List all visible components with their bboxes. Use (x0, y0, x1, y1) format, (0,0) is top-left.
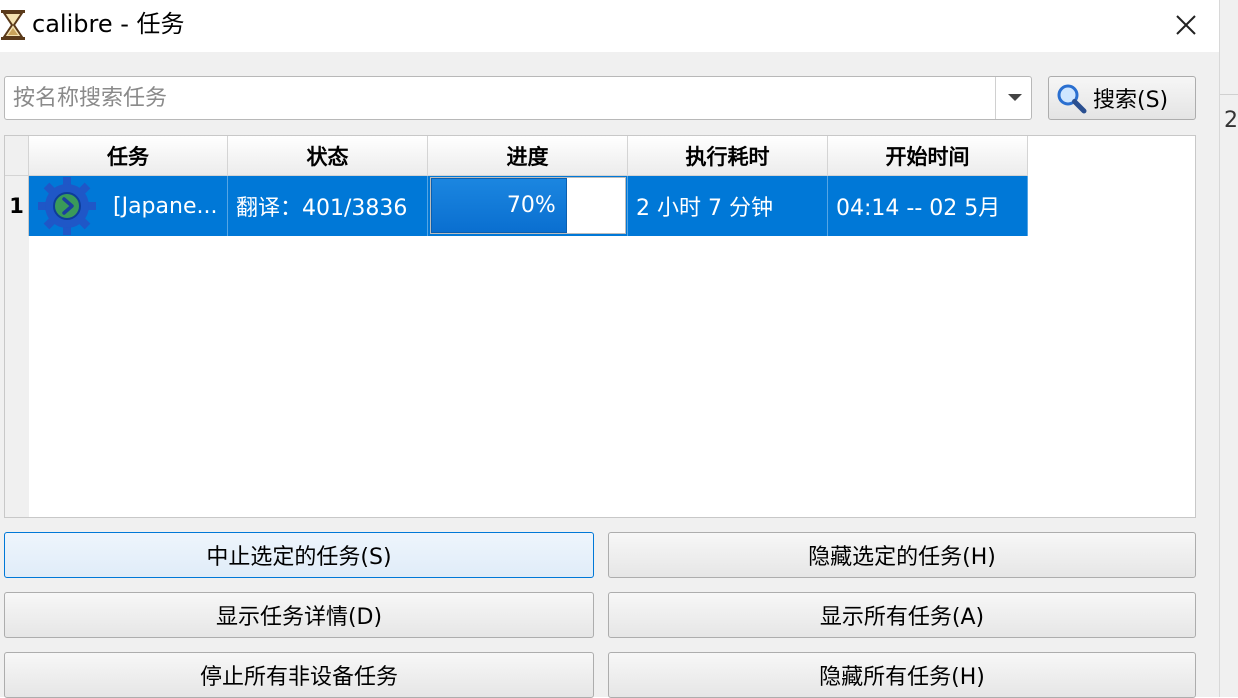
hide-all-button[interactable]: 隐藏所有任务(H) (608, 652, 1196, 698)
cell-elapsed[interactable]: 2 小时 7 分钟 (628, 176, 828, 236)
show-details-button[interactable]: 显示任务详情(D) (4, 592, 594, 638)
hide-selected-button[interactable]: 隐藏选定的任务(H) (608, 532, 1196, 578)
magnifier-icon (1057, 84, 1087, 114)
search-button-label: 搜索(S) (1093, 88, 1169, 113)
cell-status[interactable]: 翻译：401/3836 (228, 176, 428, 236)
status-text: 翻译：401/3836 (236, 196, 408, 221)
progress-cell-bg: 70% (428, 176, 627, 236)
close-icon (1176, 15, 1196, 35)
header-status[interactable]: 状态 (228, 136, 428, 176)
window-title: calibre - 任务 (32, 10, 185, 38)
progress-bar-fill: 70% (431, 178, 567, 233)
background-window-strip: 20 (1219, 0, 1238, 697)
stop-all-non-device-button[interactable]: 停止所有非设备任务 (4, 652, 594, 698)
close-button[interactable] (1160, 4, 1212, 46)
task-name: [Japane... (113, 193, 218, 219)
header-progress[interactable]: 进度 (428, 136, 628, 176)
header-task[interactable]: 任务 (29, 136, 228, 176)
jobs-dialog: calibre - 任务 搜索(S) 任务 状态 进度 执行耗时 (0, 0, 1219, 698)
header-start-time[interactable]: 开始时间 (828, 136, 1028, 176)
hourglass-icon (1, 10, 25, 40)
cell-task[interactable]: [Japane... (29, 176, 228, 236)
progress-bar: 70% (430, 177, 626, 234)
search-history-dropdown[interactable] (995, 77, 1034, 119)
table-header: 任务 状态 进度 执行耗时 开始时间 (5, 136, 1195, 176)
background-divider (1220, 94, 1238, 95)
gear-icon (38, 177, 96, 235)
search-button[interactable]: 搜索(S) (1048, 76, 1196, 120)
progress-text: 70% (506, 193, 556, 218)
header-elapsed[interactable]: 执行耗时 (628, 136, 828, 176)
cell-start-time[interactable]: 04:14 -- 02 5月 (828, 176, 1028, 236)
background-text-fragment: 20 (1224, 108, 1238, 133)
table-row[interactable]: 1 [Japane... 翻译：401/3836 70% 2 小时 7 分钟 0… (5, 176, 1195, 236)
abort-selected-button[interactable]: 中止选定的任务(S) (4, 532, 594, 578)
search-combobox[interactable] (4, 76, 1032, 120)
title-bar: calibre - 任务 (0, 0, 1219, 52)
start-time-text: 04:14 -- 02 5月 (836, 196, 1001, 221)
show-all-button[interactable]: 显示所有任务(A) (608, 592, 1196, 638)
search-input[interactable] (9, 79, 997, 117)
row-number[interactable]: 1 (5, 176, 29, 236)
cell-progress[interactable]: 70% (428, 176, 628, 236)
corner-cell (5, 136, 29, 176)
jobs-table[interactable]: 任务 状态 进度 执行耗时 开始时间 1 [Japane... 翻译：401/3… (4, 135, 1196, 518)
chevron-down-icon (1008, 94, 1022, 101)
elapsed-text: 2 小时 7 分钟 (636, 196, 773, 221)
